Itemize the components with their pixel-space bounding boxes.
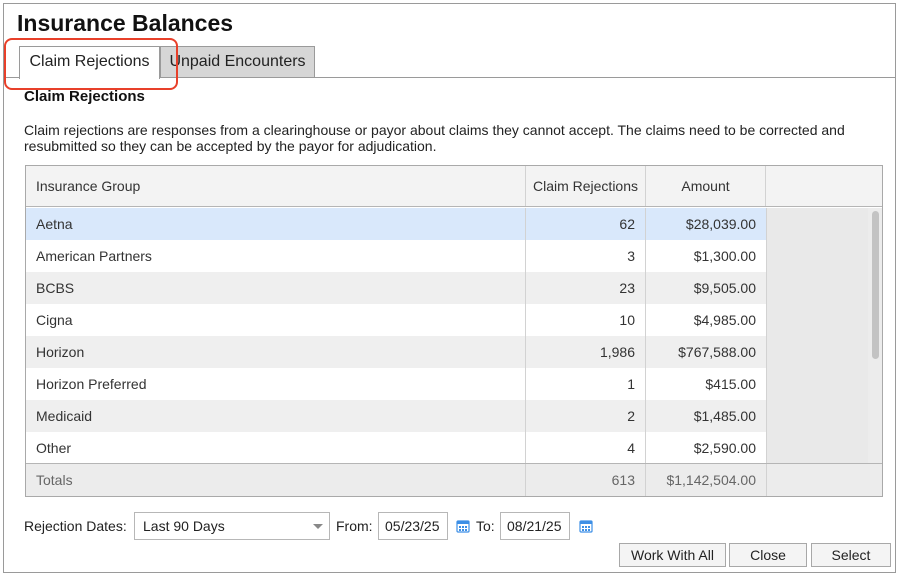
cell-insurance-group: Horizon <box>26 336 526 368</box>
totals-row: Totals 613 $1,142,504.00 <box>26 463 882 496</box>
cell-claim-rejections: 10 <box>526 304 646 336</box>
cell-claim-rejections: 2 <box>526 400 646 432</box>
app-title: Insurance Balances <box>17 10 234 36</box>
table-row[interactable]: Horizon Preferred 1 $415.00 <box>26 368 766 400</box>
tab-claim-rejections[interactable]: Claim Rejections <box>19 46 160 79</box>
cell-amount: $1,485.00 <box>693 408 756 424</box>
to-date-input[interactable] <box>500 512 570 540</box>
cell-claim-rejections: 4 <box>526 432 646 464</box>
totals-label: Totals <box>26 464 526 496</box>
insurance-balances-window: Insurance Balances Claim Rejections Unpa… <box>3 3 896 573</box>
date-range-select[interactable]: Last 90 Days <box>134 512 330 540</box>
cell-amount: $767,588.00 <box>678 344 756 360</box>
table-row[interactable]: Horizon 1,986 $767,588.00 <box>26 336 766 368</box>
cell-amount: $2,590.00 <box>693 440 756 456</box>
grid-empty-area <box>766 208 868 463</box>
cell-claim-rejections: 1,986 <box>526 336 646 368</box>
select-button[interactable]: Select <box>811 543 891 567</box>
column-header-filler <box>766 166 882 206</box>
cell-amount: $1,300.00 <box>693 248 756 264</box>
grid-header: Insurance Group Claim Rejections Amount <box>26 166 882 207</box>
claim-rejections-grid: Insurance Group Claim Rejections Amount … <box>25 165 883 497</box>
close-button[interactable]: Close <box>729 543 807 567</box>
table-row[interactable]: American Partners 3 $1,300.00 <box>26 240 766 272</box>
cell-insurance-group: BCBS <box>26 272 526 304</box>
cell-insurance-group: Other <box>26 432 526 464</box>
tab-unpaid-encounters[interactable]: Unpaid Encounters <box>160 46 315 78</box>
table-row[interactable]: Medicaid 2 $1,485.00 <box>26 400 766 432</box>
from-date-input[interactable] <box>378 512 448 540</box>
cell-insurance-group: Aetna <box>26 208 526 240</box>
cell-amount: $28,039.00 <box>685 216 756 232</box>
cell-insurance-group: Cigna <box>26 304 526 336</box>
cell-claim-rejections: 1 <box>526 368 646 400</box>
tab-bar: Claim Rejections Unpaid Encounters <box>4 44 895 79</box>
section-title: Claim Rejections <box>24 88 145 105</box>
date-range-value: Last 90 Days <box>143 518 225 534</box>
section-description: Claim rejections are responses from a cl… <box>24 122 845 154</box>
grid-rows: Aetna 62 $28,039.00 American Partners 3 … <box>26 208 766 464</box>
scrollbar-thumb[interactable] <box>872 211 879 359</box>
table-row[interactable]: Other 4 $2,590.00 <box>26 432 766 464</box>
totals-amount: $1,142,504.00 <box>666 472 756 488</box>
cell-amount: $9,505.00 <box>693 280 756 296</box>
table-row[interactable]: Cigna 10 $4,985.00 <box>26 304 766 336</box>
chevron-down-icon <box>313 524 323 529</box>
table-row[interactable]: Aetna 62 $28,039.00 <box>26 208 766 240</box>
calendar-icon[interactable] <box>579 519 593 533</box>
from-label: From: <box>336 518 373 534</box>
cell-insurance-group: Horizon Preferred <box>26 368 526 400</box>
cell-claim-rejections: 3 <box>526 240 646 272</box>
cell-amount: $4,985.00 <box>693 312 756 328</box>
totals-filler <box>766 464 882 496</box>
totals-claim-rejections: 613 <box>526 464 646 496</box>
cell-insurance-group: Medicaid <box>26 400 526 432</box>
cell-claim-rejections: 62 <box>526 208 646 240</box>
rejection-dates-label: Rejection Dates: <box>24 518 127 534</box>
cell-claim-rejections: 23 <box>526 272 646 304</box>
work-with-all-button[interactable]: Work With All <box>619 543 726 567</box>
table-row[interactable]: BCBS 23 $9,505.00 <box>26 272 766 304</box>
cell-amount: $415.00 <box>705 376 756 392</box>
grid-scrollbar[interactable] <box>868 208 882 463</box>
calendar-icon[interactable] <box>456 519 470 533</box>
to-label: To: <box>476 518 495 534</box>
column-header-amount[interactable]: Amount <box>646 166 766 206</box>
column-header-claim-rejections[interactable]: Claim Rejections <box>526 166 646 206</box>
date-filters: Rejection Dates: Last 90 Days From: To: <box>24 512 884 540</box>
column-header-insurance-group[interactable]: Insurance Group <box>26 166 526 206</box>
cell-insurance-group: American Partners <box>26 240 526 272</box>
